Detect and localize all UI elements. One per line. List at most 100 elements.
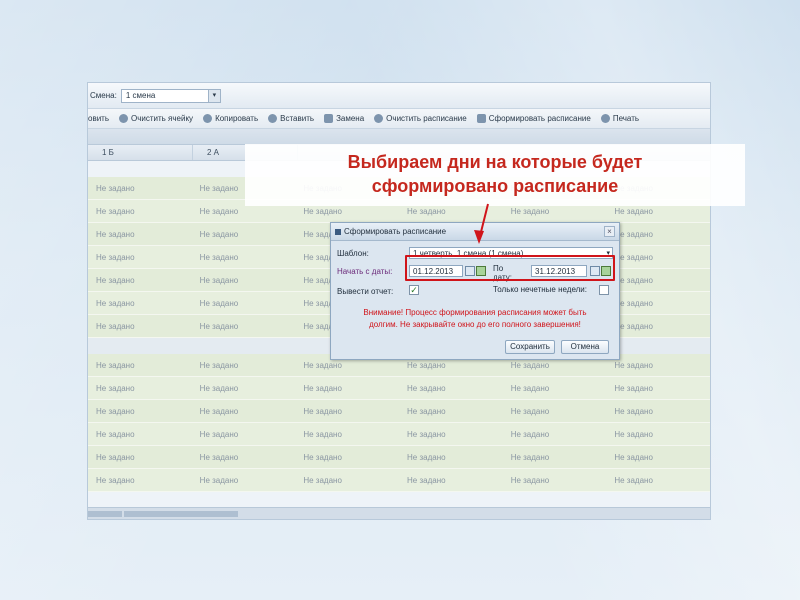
schedule-cell[interactable]: Не задано (88, 430, 192, 439)
schedule-cell[interactable]: Не задано (295, 361, 399, 370)
schedule-cell[interactable]: Не задано (88, 184, 192, 193)
schedule-cell[interactable]: Не задано (503, 430, 607, 439)
shift-toolbar: Смена: 1 смена ▾ (88, 83, 710, 109)
schedule-cell[interactable]: Не задано (88, 253, 192, 262)
schedule-cell[interactable]: Не задано (88, 322, 192, 331)
refresh-button[interactable]: овить (88, 114, 109, 123)
schedule-cell[interactable]: Не задано (399, 453, 503, 462)
schedule-cell[interactable]: Не задано (88, 276, 192, 285)
table-row: Не заданоНе заданоНе заданоНе заданоНе з… (88, 400, 710, 423)
replace-icon (324, 114, 334, 123)
schedule-cell[interactable]: Не задано (192, 476, 296, 485)
schedule-cell[interactable]: Не задано (88, 207, 192, 216)
report-checkbox[interactable]: ✓ (409, 285, 419, 295)
schedule-cell[interactable]: Не задано (399, 361, 503, 370)
print-label: Печать (612, 114, 640, 123)
schedule-cell[interactable]: Не задано (399, 430, 503, 439)
schedule-cell[interactable]: Не задано (88, 476, 192, 485)
schedule-cell[interactable]: Не задано (606, 384, 710, 393)
schedule-cell[interactable]: Не задано (88, 453, 192, 462)
status-tab[interactable] (88, 511, 122, 517)
schedule-cell[interactable]: Не задано (192, 276, 296, 285)
callout-arrow (474, 203, 489, 244)
schedule-cell[interactable]: Не задано (606, 453, 710, 462)
copy-icon (203, 114, 213, 123)
schedule-cell[interactable]: Не задано (295, 384, 399, 393)
schedule-cell[interactable]: Не задано (295, 453, 399, 462)
schedule-cell[interactable]: Не задано (399, 407, 503, 416)
schedule-cell[interactable]: Не задано (606, 276, 710, 285)
save-button[interactable]: Сохранить (505, 340, 555, 354)
refresh-label: овить (88, 114, 109, 123)
generate-schedule-label: Сформировать расписание (488, 114, 591, 123)
window-icon (335, 228, 341, 235)
schedule-cell[interactable]: Не задано (606, 476, 710, 485)
schedule-cell[interactable]: Не задано (606, 430, 710, 439)
generate-schedule-icon (476, 114, 486, 123)
schedule-cell[interactable]: Не задано (503, 207, 607, 216)
schedule-cell[interactable]: Не задано (606, 230, 710, 239)
schedule-cell[interactable]: Не задано (192, 299, 296, 308)
replace-button[interactable]: Замена (324, 114, 364, 123)
close-icon[interactable]: × (604, 226, 615, 237)
warning-line-1: Внимание! Процесс формирования расписани… (363, 308, 587, 317)
report-label: Вывести отчет: (337, 287, 394, 296)
status-tab[interactable] (124, 511, 238, 517)
schedule-cell[interactable]: Не задано (192, 407, 296, 416)
schedule-cell[interactable]: Не задано (295, 476, 399, 485)
paste-icon (268, 114, 278, 123)
schedule-cell[interactable]: Не задано (606, 299, 710, 308)
schedule-cell[interactable]: Не задано (503, 476, 607, 485)
table-row: Не заданоНе заданоНе заданоНе заданоНе з… (88, 423, 710, 446)
clear-schedule-button[interactable]: Очистить расписание (374, 114, 467, 123)
column-header-1b: 1 Б (88, 145, 193, 160)
paste-button[interactable]: Вставить (268, 114, 314, 123)
schedule-cell[interactable]: Не задано (399, 384, 503, 393)
shift-select[interactable]: 1 смена ▾ (120, 88, 221, 103)
schedule-cell[interactable]: Не задано (192, 253, 296, 262)
status-bar (88, 507, 710, 519)
template-label: Шаблон: (337, 249, 369, 258)
schedule-cell[interactable]: Не задано (295, 430, 399, 439)
schedule-cell[interactable]: Не задано (192, 361, 296, 370)
caption-line-2: сформировано расписание (371, 176, 619, 196)
schedule-cell[interactable]: Не задано (88, 230, 192, 239)
schedule-cell[interactable]: Не задано (192, 230, 296, 239)
schedule-cell[interactable]: Не задано (399, 476, 503, 485)
dialog-title: Сформировать расписание (344, 227, 447, 236)
schedule-cell[interactable]: Не задано (88, 361, 192, 370)
table-row: Не заданоНе заданоНе заданоНе заданоНе з… (88, 469, 710, 492)
odd-weeks-checkbox[interactable] (599, 285, 609, 295)
schedule-cell[interactable]: Не задано (606, 322, 710, 331)
generate-schedule-button[interactable]: Сформировать расписание (476, 114, 591, 123)
schedule-cell[interactable]: Не задано (503, 407, 607, 416)
schedule-cell[interactable]: Не задано (192, 453, 296, 462)
chevron-down-icon[interactable]: ▾ (207, 89, 220, 102)
schedule-cell[interactable]: Не задано (192, 384, 296, 393)
schedule-cell[interactable]: Не задано (295, 407, 399, 416)
schedule-cell[interactable]: Не задано (88, 299, 192, 308)
schedule-cell[interactable]: Не задано (192, 207, 296, 216)
schedule-cell[interactable]: Не задано (88, 407, 192, 416)
print-button[interactable]: Печать (600, 114, 640, 123)
grid-header-band (88, 129, 710, 145)
shift-label: Смена: (90, 91, 117, 100)
schedule-cell[interactable]: Не задано (88, 384, 192, 393)
cancel-button[interactable]: Отмена (561, 340, 609, 354)
schedule-cell[interactable]: Не задано (295, 207, 399, 216)
schedule-cell[interactable]: Не задано (606, 361, 710, 370)
copy-button[interactable]: Копировать (203, 114, 258, 123)
schedule-cell[interactable]: Не задано (192, 430, 296, 439)
schedule-cell[interactable]: Не задано (503, 384, 607, 393)
warning-message: Внимание! Процесс формирования расписани… (331, 307, 619, 331)
schedule-cell[interactable]: Не задано (192, 322, 296, 331)
start-date-label: Начать с даты: (337, 267, 393, 276)
schedule-cell[interactable]: Не задано (606, 407, 710, 416)
schedule-cell[interactable]: Не задано (606, 253, 710, 262)
caption-line-1: Выбираем дни на которые будет (347, 152, 643, 172)
schedule-cell[interactable]: Не задано (503, 453, 607, 462)
schedule-cell[interactable]: Не задано (503, 361, 607, 370)
schedule-cell[interactable]: Не задано (606, 207, 710, 216)
clear-cell-button[interactable]: Очистить ячейку (119, 114, 193, 123)
clear-schedule-icon (374, 114, 384, 123)
